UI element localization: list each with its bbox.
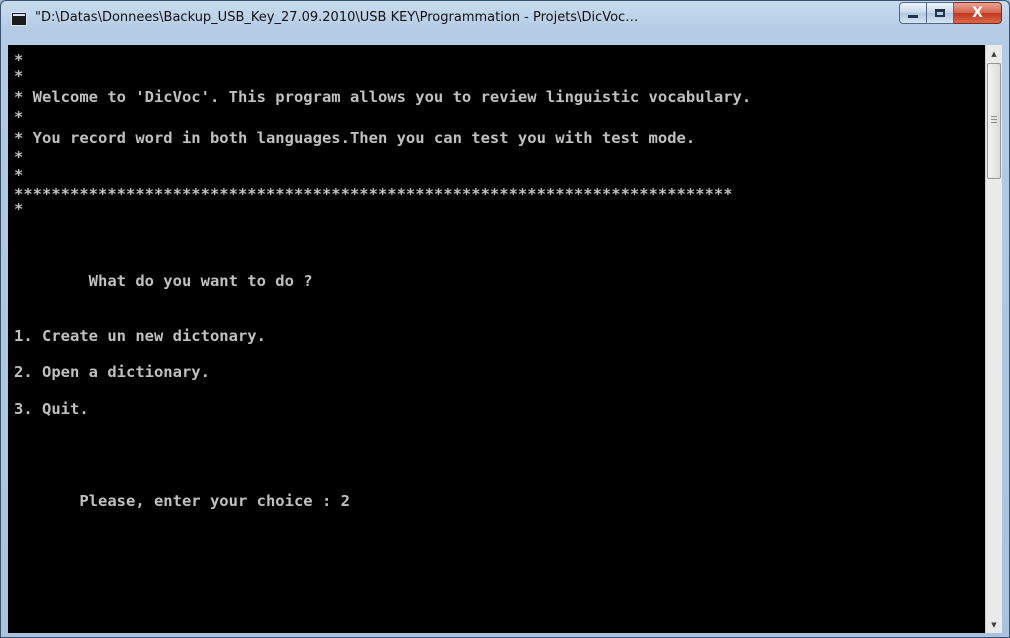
chevron-up-icon: ▲	[991, 49, 997, 58]
close-icon: X	[972, 5, 983, 21]
choice-prompt[interactable]: Please, enter your choice : 2	[14, 492, 350, 510]
minimize-icon	[908, 14, 918, 18]
scroll-up-button[interactable]: ▲	[986, 45, 1002, 62]
banner-line: *	[14, 108, 24, 126]
close-button[interactable]: X	[954, 2, 1002, 24]
banner-line: *	[14, 200, 24, 218]
maximize-icon	[935, 9, 945, 17]
scroll-down-button[interactable]: ▼	[986, 616, 1002, 633]
prompt-question: What do you want to do ?	[14, 272, 313, 290]
window-title: "D:\Datas\Donnees\Backup_USB_Key_27.09.2…	[35, 10, 639, 25]
menu-item-quit: 3. Quit.	[14, 400, 89, 418]
chevron-down-icon: ▼	[991, 620, 997, 629]
description-line: * You record word in both languages.Then…	[14, 129, 696, 147]
menu-item-open: 2. Open a dictionary.	[14, 363, 210, 381]
banner-line: *	[14, 67, 24, 85]
title-bar[interactable]: "D:\Datas\Donnees\Backup_USB_Key_27.09.2…	[1, 1, 1009, 37]
banner-line: *	[14, 166, 24, 184]
minimize-button[interactable]	[899, 2, 927, 24]
menu-item-create: 1. Create un new dictonary.	[14, 327, 266, 345]
scrollbar-thumb[interactable]	[987, 63, 1001, 179]
maximize-button[interactable]	[927, 2, 954, 24]
grip-icon	[991, 116, 997, 123]
vertical-scrollbar[interactable]: ▲ ▼	[985, 45, 1002, 633]
console-window: "D:\Datas\Donnees\Backup_USB_Key_27.09.2…	[0, 0, 1010, 638]
choice-input-value[interactable]: 2	[341, 492, 350, 510]
console-app-icon[interactable]	[11, 12, 27, 26]
console-output[interactable]: * * * Welcome to 'DicVoc'. This program …	[8, 45, 985, 633]
choice-prompt-label: Please, enter your choice :	[14, 492, 341, 510]
banner-line: *	[14, 148, 24, 166]
banner-separator: ****************************************…	[14, 185, 733, 203]
welcome-line: * Welcome to 'DicVoc'. This program allo…	[14, 88, 752, 106]
